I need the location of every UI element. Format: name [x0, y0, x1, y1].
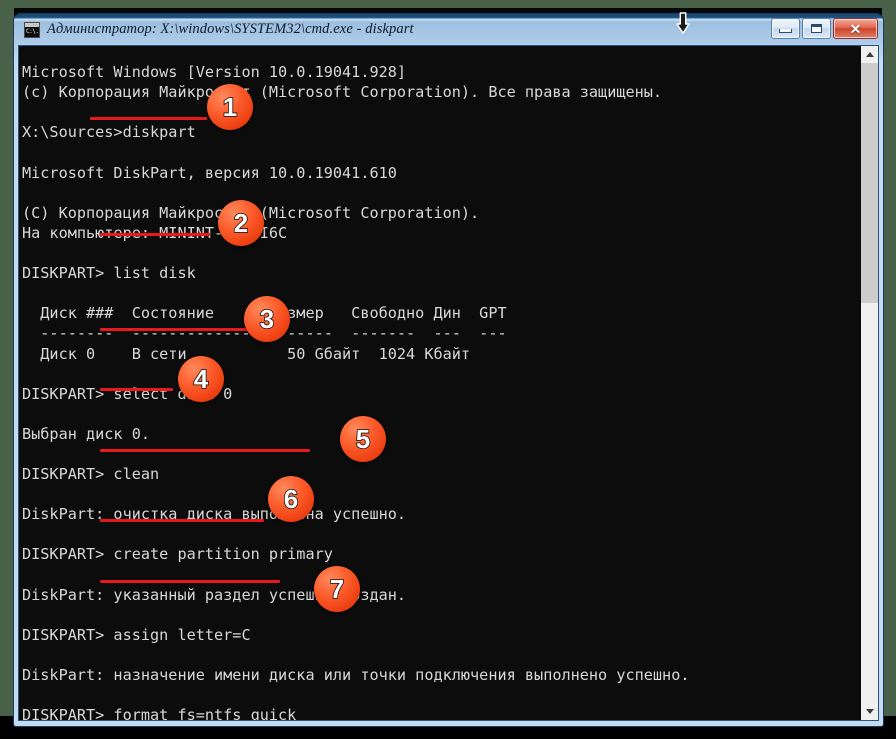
icon-prompt-text: C:\.: [25, 26, 39, 37]
console-output-pane[interactable]: Microsoft Windows [Version 10.0.19041.92…: [19, 46, 860, 720]
window-title: Администратор: X:\windows\SYSTEM32\cmd.e…: [47, 21, 414, 37]
vertical-scrollbar[interactable]: [860, 46, 878, 720]
scrollbar-thumb[interactable]: [861, 63, 878, 303]
console-text: Microsoft Windows [Version 10.0.19041.92…: [22, 63, 690, 720]
window-controls: ✕: [771, 18, 878, 39]
scroll-up-button[interactable]: [861, 46, 878, 63]
maximize-icon: [811, 24, 822, 33]
minimize-icon: [779, 29, 792, 33]
mouse-cursor: [676, 12, 690, 34]
cmd-console-icon: ·· C:\.: [24, 21, 40, 38]
screenshot-canvas: ·· C:\. Администратор: X:\windows\SYSTEM…: [0, 0, 896, 739]
chevron-up-icon: [865, 52, 874, 57]
console-client-area: Microsoft Windows [Version 10.0.19041.92…: [18, 45, 879, 721]
close-button[interactable]: ✕: [833, 18, 878, 39]
chevron-down-icon: [865, 709, 874, 714]
maximize-button[interactable]: [802, 18, 831, 39]
minimize-button[interactable]: [771, 18, 800, 39]
scroll-down-button[interactable]: [861, 703, 878, 720]
cmd-window: ·· C:\. Администратор: X:\windows\SYSTEM…: [14, 14, 883, 726]
title-bar[interactable]: ·· C:\. Администратор: X:\windows\SYSTEM…: [14, 14, 883, 45]
close-icon: ✕: [849, 20, 862, 37]
